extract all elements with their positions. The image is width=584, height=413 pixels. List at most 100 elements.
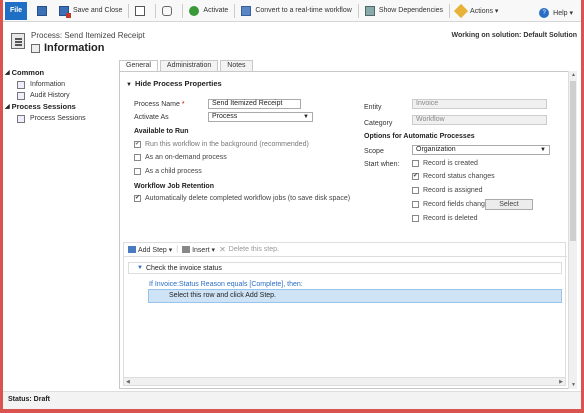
ribbon-separator (357, 3, 359, 18)
checkbox-icon (412, 160, 419, 167)
process-entity-icon (11, 33, 25, 49)
page-title: Information (31, 42, 105, 54)
collapse-triangle-icon: ◢ (5, 104, 10, 110)
record-status-label: Record status changes (423, 173, 495, 180)
checkbox-icon (134, 168, 141, 175)
scroll-right-icon: ▶ (559, 379, 563, 385)
category-label: Category (364, 120, 393, 127)
checkbox-checked-icon: ✔ (134, 141, 141, 148)
insert-button[interactable]: Insert ▾ (182, 246, 215, 254)
record-created-checkbox[interactable]: Record is created (412, 160, 478, 167)
print-button[interactable] (131, 2, 153, 20)
tab-notes[interactable]: Notes (220, 60, 253, 71)
auto-delete-label: Automatically delete completed workflow … (145, 195, 351, 202)
left-navigation: ◢ Common Information Audit History ◢ Proce… (5, 66, 117, 124)
nav-item-audit-history-label: Audit History (30, 92, 70, 99)
ribbon-toolbar: File Save and Close Activate Convert to … (3, 0, 581, 22)
options-automatic-heading: Options for Automatic Processes (364, 133, 475, 140)
show-dependencies-button[interactable]: Show Dependencies (361, 2, 447, 20)
job-retention-heading: Workflow Job Retention (134, 183, 214, 190)
record-created-label: Record is created (423, 160, 478, 167)
print-icon (135, 5, 146, 16)
paperclip-icon (162, 5, 173, 16)
activate-as-value: Process (212, 113, 238, 120)
add-step-placeholder-row[interactable]: Select this row and click Add Step. (148, 289, 562, 303)
child-process-checkbox[interactable]: As a child process (134, 168, 202, 175)
section-toggle[interactable]: ▼ Hide Process Properties (126, 79, 222, 88)
status-bar: Status: Draft (3, 391, 581, 409)
scope-select[interactable]: Organization ▼ (412, 145, 550, 155)
save-and-close-label: Save and Close (73, 7, 123, 14)
audit-history-icon (17, 91, 25, 100)
nav-item-process-sessions[interactable]: Process Sessions (5, 113, 117, 124)
entity-label: Entity (364, 104, 382, 111)
activate-as-label: Activate As (134, 114, 169, 121)
scrollbar-thumb[interactable] (570, 81, 576, 241)
nav-section-common-label: Common (11, 68, 45, 77)
nav-item-information-label: Information (30, 81, 66, 88)
scroll-down-icon: ▼ (571, 382, 576, 388)
ribbon-separator (234, 3, 236, 18)
record-assigned-label: Record is assigned (423, 187, 483, 194)
save-close-icon (59, 5, 71, 18)
designer-horizontal-scrollbar[interactable]: ◀ ▶ (124, 377, 565, 385)
ribbon-separator (128, 3, 130, 18)
step-title: Check the invoice status (145, 264, 222, 272)
workflow-designer: Add Step ▾ | Insert ▾ ✕ Delete this step.… (123, 242, 567, 386)
tab-administration[interactable]: Administration (159, 60, 219, 71)
form-icon (31, 43, 40, 53)
activate-icon (189, 5, 200, 16)
required-asterisk: * (181, 101, 185, 108)
save-button[interactable] (33, 2, 55, 20)
checkbox-checked-icon: ✔ (134, 195, 141, 202)
convert-realtime-button[interactable]: Convert to a real-time workflow (237, 2, 355, 20)
record-status-checkbox[interactable]: ✔ Record status changes (412, 173, 495, 180)
auto-delete-checkbox[interactable]: ✔ Automatically delete completed workflow… (134, 195, 350, 202)
actions-menu-button[interactable]: Actions ▾ (452, 2, 502, 20)
dropdown-arrow-icon: ▼ (540, 147, 546, 153)
available-to-run-heading: Available to Run (134, 128, 189, 135)
select-fields-button[interactable]: Select (485, 199, 533, 210)
nav-section-common[interactable]: ◢ Common (5, 68, 117, 77)
nav-item-audit-history[interactable]: Audit History (5, 90, 117, 101)
add-step-button[interactable]: Add Step ▾ (128, 246, 172, 254)
general-tab-panel: ▼ Hide Process Properties Process Name * … (119, 71, 570, 389)
nav-section-process-sessions[interactable]: ◢ Process Sessions (5, 102, 117, 111)
add-step-label: Add Step ▾ (138, 246, 173, 254)
collapse-triangle-icon: ▼ (137, 265, 143, 271)
record-assigned-checkbox[interactable]: Record is assigned (412, 187, 483, 194)
ondemand-checkbox[interactable]: As an on-demand process (134, 154, 227, 161)
activate-as-select[interactable]: Process ▼ (208, 112, 313, 122)
add-step-icon (128, 246, 136, 253)
record-deleted-checkbox[interactable]: Record is deleted (412, 215, 477, 222)
help-button[interactable]: ? Help ▾ (535, 4, 577, 22)
ondemand-label: As an on-demand process (145, 154, 227, 161)
process-name-input[interactable]: Send Itemized Receipt (208, 99, 301, 109)
nav-item-information[interactable]: Information (5, 79, 117, 90)
collapse-triangle-icon: ▼ (126, 82, 132, 88)
help-icon: ? (539, 8, 550, 18)
section-title: Hide Process Properties (134, 79, 222, 88)
save-icon (37, 5, 47, 16)
process-name-label: Process Name * (134, 101, 185, 108)
page-title-text: Information (44, 42, 105, 54)
record-fields-checkbox[interactable]: Record fields change (412, 201, 489, 208)
solution-label: Working on solution: Default Solution (451, 32, 577, 39)
run-background-checkbox[interactable]: ✔ Run this workflow in the background (re… (134, 141, 309, 148)
main-vertical-scrollbar[interactable]: ▲ ▼ (568, 71, 577, 389)
file-button[interactable]: File (5, 1, 27, 20)
condition-line[interactable]: If Invoice:Status Reason equals [Complet… (149, 281, 303, 288)
dropdown-arrow-icon: ▼ (303, 114, 309, 120)
category-field: Workflow (412, 115, 547, 125)
actions-icon (453, 3, 469, 18)
convert-label: Convert to a real-time workflow (255, 7, 352, 14)
step-check-invoice-status[interactable]: ▼ Check the invoice status (128, 262, 562, 274)
tab-general[interactable]: General (119, 60, 158, 71)
delete-step-label: Delete this step. (228, 246, 279, 253)
activate-button[interactable]: Activate (185, 2, 232, 20)
help-label: Help ▾ (553, 10, 573, 17)
ribbon-separator (182, 3, 184, 18)
delete-step-button[interactable]: ✕ Delete this step. (219, 245, 279, 254)
attach-button[interactable] (158, 2, 180, 20)
save-and-close-button[interactable]: Save and Close (55, 2, 126, 20)
